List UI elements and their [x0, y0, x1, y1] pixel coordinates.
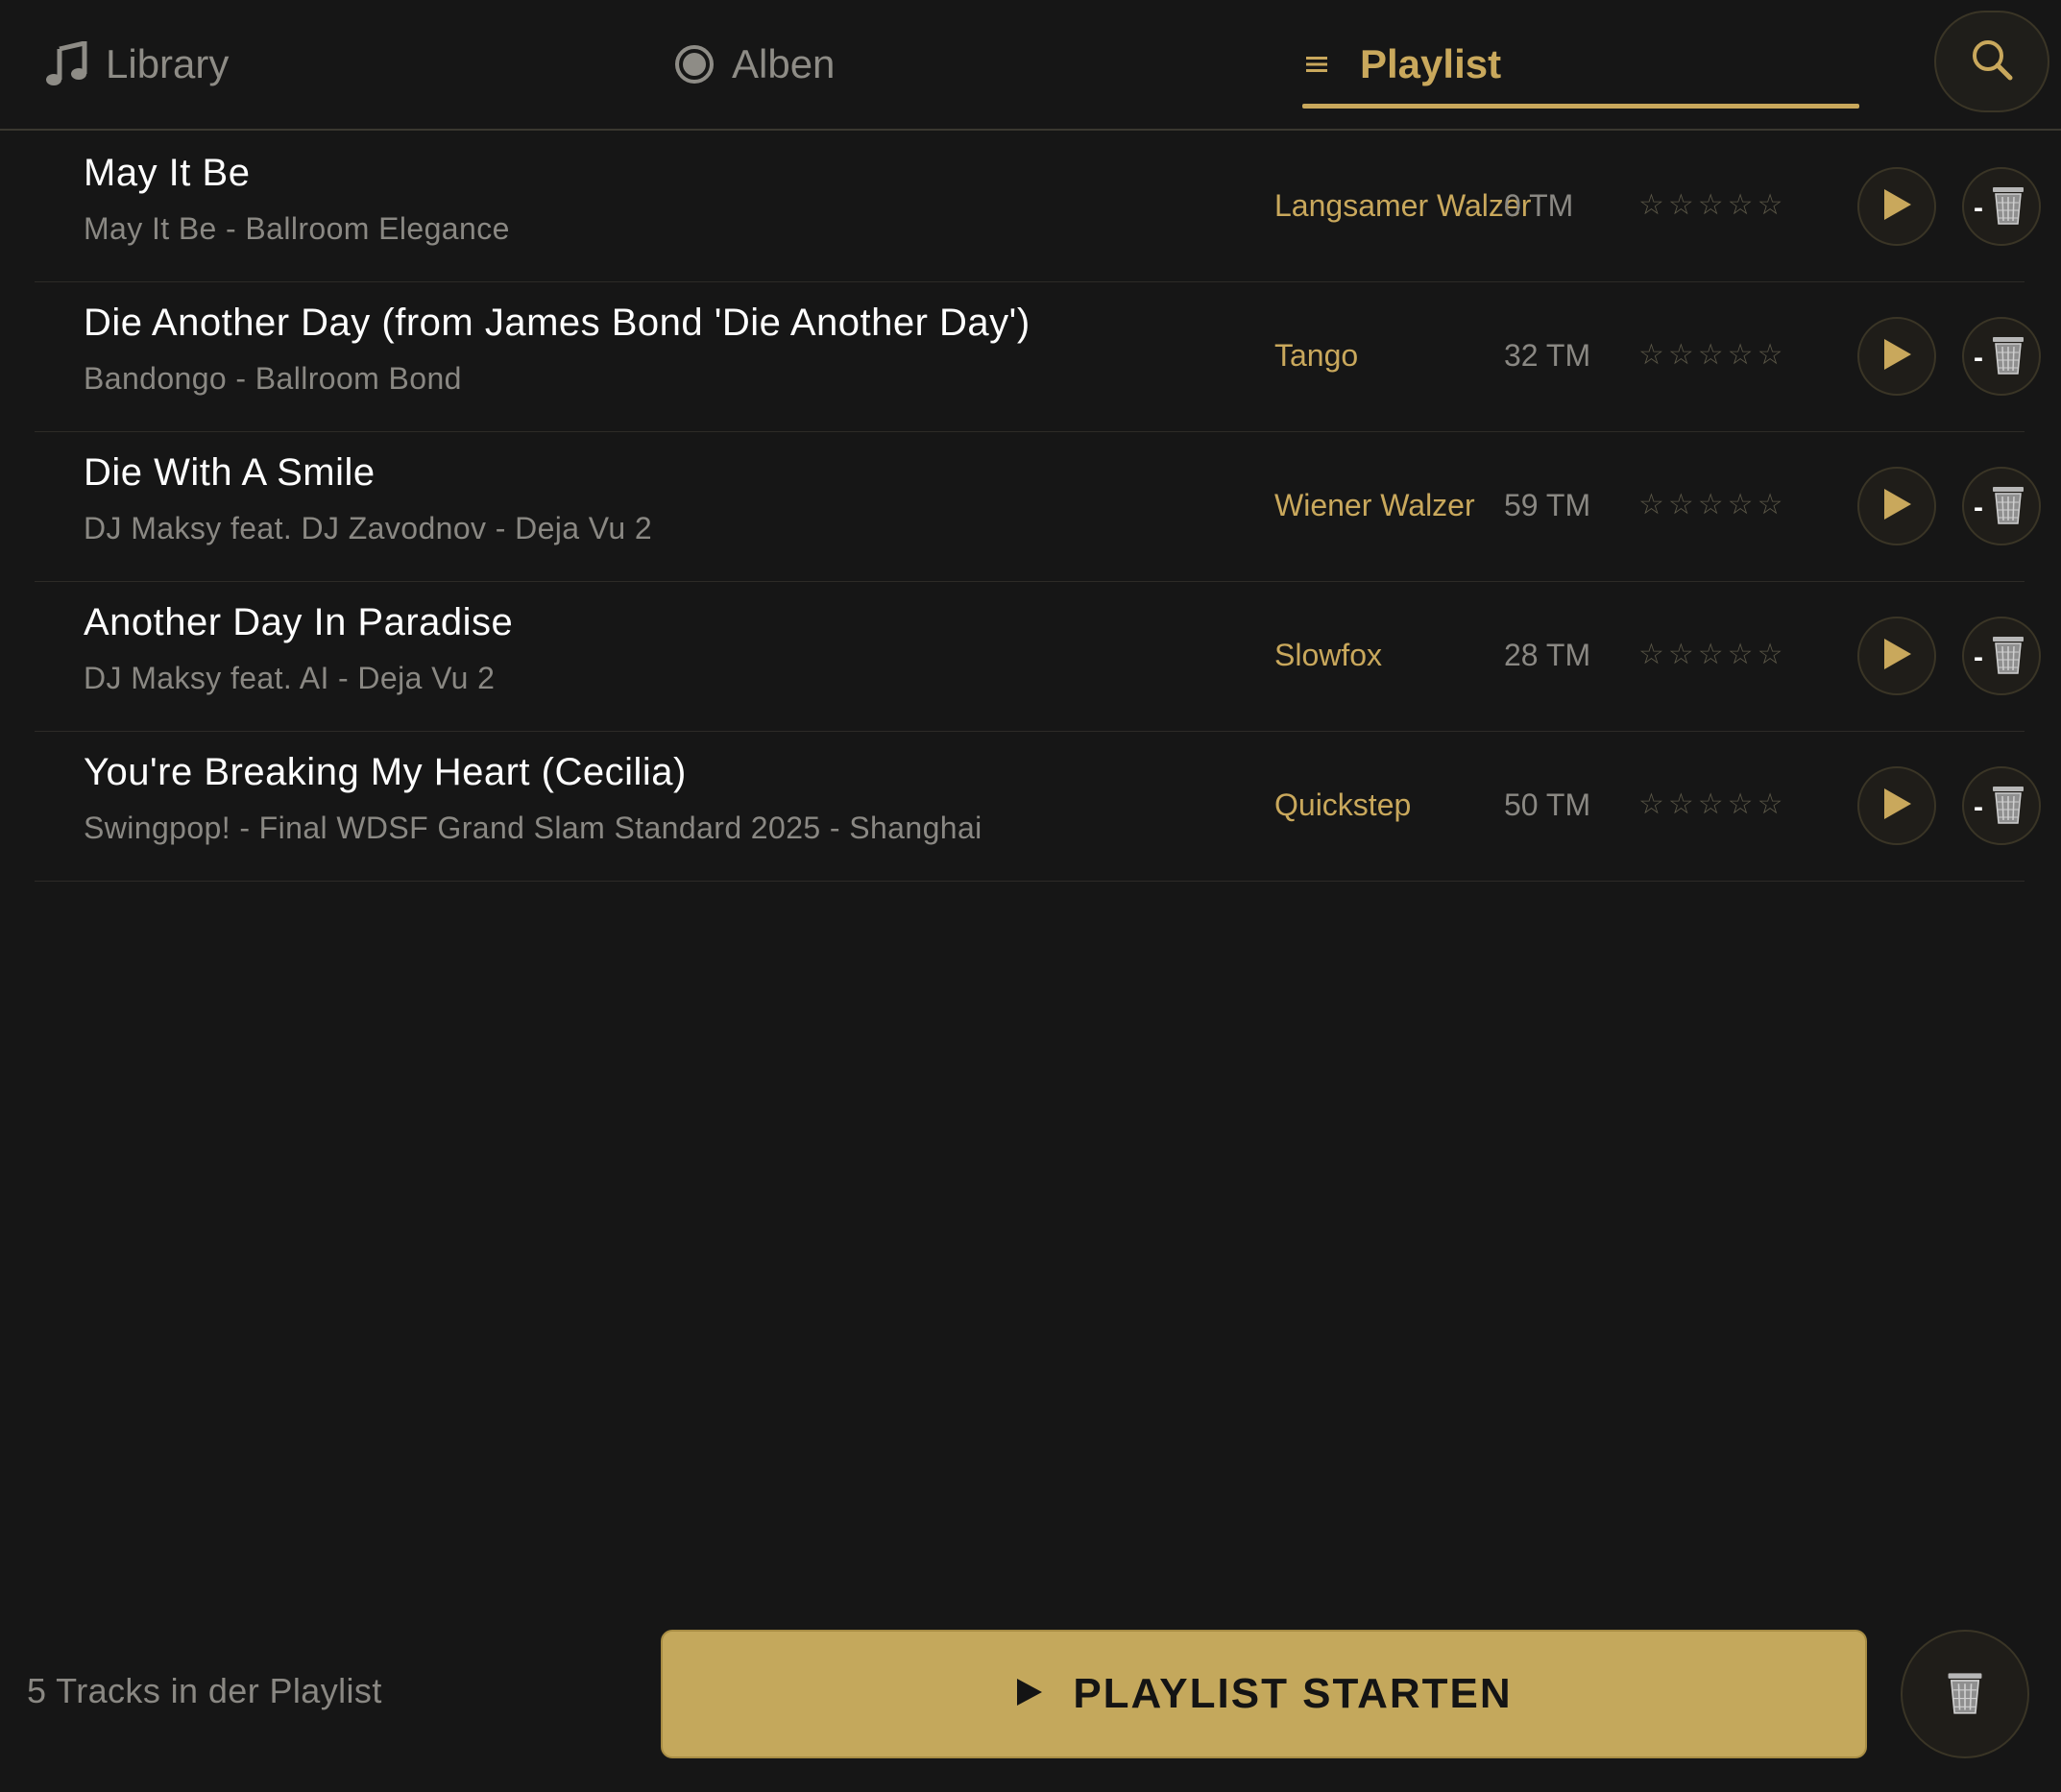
- tab-playlist[interactable]: Playlist: [1302, 0, 1859, 129]
- tab-albums-label: Alben: [732, 41, 836, 86]
- track-dance: Slowfox: [1274, 638, 1383, 672]
- track-title: Another Day In Paradise: [84, 601, 514, 643]
- track-tm: 0 TM: [1504, 188, 1574, 223]
- track-play-button[interactable]: [1857, 167, 1936, 246]
- track-tm: 50 TM: [1504, 787, 1591, 822]
- track-dance: Wiener Walzer: [1274, 488, 1475, 522]
- track-tm: 59 TM: [1504, 488, 1591, 522]
- start-playlist-label: PLAYLIST STARTEN: [1073, 1670, 1513, 1717]
- track-remove-button[interactable]: -: [1962, 467, 2041, 545]
- track-rating[interactable]: ☆☆☆☆☆: [1638, 787, 1786, 821]
- track-subtitle: DJ Maksy feat. AI - Deja Vu 2: [84, 661, 496, 695]
- disc-icon: [674, 44, 715, 85]
- play-icon: [1880, 337, 1913, 376]
- track-dance: Tango: [1274, 338, 1359, 373]
- track-count-label: 5 Tracks in der Playlist: [27, 1671, 382, 1710]
- trash-icon: [1989, 183, 2027, 230]
- track-title: Die Another Day (from James Bond 'Die An…: [84, 302, 1030, 344]
- track-remove-button[interactable]: -: [1962, 617, 2041, 695]
- track-remove-button[interactable]: -: [1962, 317, 2041, 396]
- play-icon: [1880, 487, 1913, 526]
- track-dance: Quickstep: [1274, 787, 1412, 822]
- trash-icon: [1989, 633, 2027, 680]
- track-play-button[interactable]: [1857, 617, 1936, 695]
- tab-library[interactable]: Library: [46, 0, 229, 129]
- remove-minus: -: [1974, 642, 1983, 673]
- tab-playlist-label: Playlist: [1360, 41, 1502, 86]
- search-icon: [1970, 37, 2014, 86]
- track-rating[interactable]: ☆☆☆☆☆: [1638, 638, 1786, 671]
- start-playlist-button[interactable]: PLAYLIST STARTEN: [661, 1630, 1867, 1758]
- list-icon: [1306, 56, 1327, 73]
- track-rating[interactable]: ☆☆☆☆☆: [1638, 338, 1786, 372]
- track-play-button[interactable]: [1857, 467, 1936, 545]
- tab-library-label: Library: [106, 41, 230, 86]
- track-row[interactable]: Die Another Day (from James Bond 'Die An…: [35, 282, 2041, 432]
- track-remove-button[interactable]: -: [1962, 167, 2041, 246]
- tab-albums[interactable]: Alben: [674, 0, 835, 129]
- remove-minus: -: [1974, 342, 1983, 374]
- track-title: May It Be: [84, 152, 251, 194]
- remove-minus: -: [1974, 192, 1983, 224]
- track-play-button[interactable]: [1857, 317, 1936, 396]
- track-subtitle: Bandongo - Ballroom Bond: [84, 361, 462, 396]
- play-icon: [1880, 187, 1913, 227]
- track-row[interactable]: May It Be May It Be - Ballroom Elegance …: [35, 133, 2041, 282]
- track-remove-button[interactable]: -: [1962, 766, 2041, 845]
- track-row[interactable]: You're Breaking My Heart (Cecilia) Swing…: [35, 732, 2041, 882]
- remove-minus: -: [1974, 791, 1983, 823]
- play-icon: [1015, 1677, 1044, 1712]
- track-title: You're Breaking My Heart (Cecilia): [84, 751, 687, 793]
- track-row[interactable]: Another Day In Paradise DJ Maksy feat. A…: [35, 582, 2041, 732]
- track-tm: 32 TM: [1504, 338, 1591, 373]
- track-subtitle: May It Be - Ballroom Elegance: [84, 211, 510, 246]
- track-rating[interactable]: ☆☆☆☆☆: [1638, 488, 1786, 521]
- track-row[interactable]: Die With A Smile DJ Maksy feat. DJ Zavod…: [35, 432, 2041, 582]
- track-subtitle: DJ Maksy feat. DJ Zavodnov - Deja Vu 2: [84, 511, 653, 545]
- active-tab-indicator: [1302, 104, 1859, 109]
- search-button[interactable]: [1934, 11, 2049, 112]
- trash-icon: [1989, 483, 2027, 530]
- trash-icon: [1944, 1669, 1986, 1720]
- trash-icon: [1989, 783, 2027, 830]
- track-dance: Langsamer Walzer: [1274, 188, 1532, 223]
- clear-playlist-button[interactable]: [1901, 1630, 2029, 1758]
- track-rating[interactable]: ☆☆☆☆☆: [1638, 188, 1786, 222]
- track-subtitle: Swingpop! - Final WDSF Grand Slam Standa…: [84, 811, 982, 845]
- remove-minus: -: [1974, 492, 1983, 523]
- play-icon: [1880, 787, 1913, 826]
- top-navigation: Library Alben Playlist: [0, 0, 2061, 131]
- track-play-button[interactable]: [1857, 766, 1936, 845]
- track-title: Die With A Smile: [84, 451, 376, 494]
- playlist-track-list: May It Be May It Be - Ballroom Elegance …: [0, 133, 2061, 882]
- music-note-icon: [46, 41, 88, 87]
- play-icon: [1880, 637, 1913, 676]
- track-tm: 28 TM: [1504, 638, 1591, 672]
- trash-icon: [1989, 333, 2027, 380]
